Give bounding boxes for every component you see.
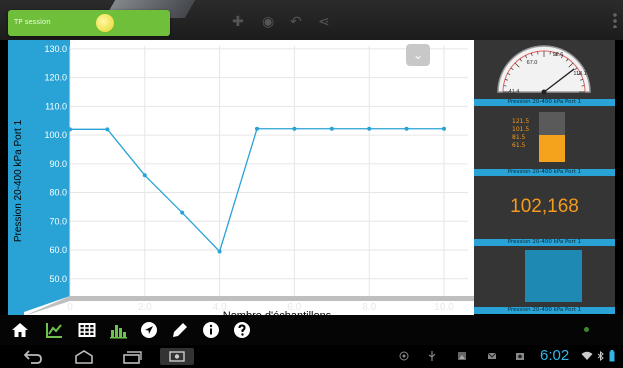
usb-icon xyxy=(428,351,436,361)
pen-icon[interactable] xyxy=(170,320,190,340)
gauge-hub xyxy=(541,89,547,95)
session-status-icon xyxy=(96,14,114,32)
gauge-panel[interactable]: 92.6 67.0 118.1 41.4 Pression 20-400 kPa Po… xyxy=(474,40,615,106)
y-tick-label: 90.0 xyxy=(49,159,67,169)
box-label: Pression 20-400 kPa Port 1 xyxy=(474,307,615,314)
y-tick-label: 70.0 xyxy=(49,216,67,226)
data-point xyxy=(142,173,147,178)
numeric-label: Pression 20-400 kPa Port 1 xyxy=(474,239,615,246)
faint-camera-icon[interactable]: ◉ xyxy=(262,14,274,30)
data-point xyxy=(255,126,259,131)
recent-apps-icon[interactable] xyxy=(120,348,144,365)
data-point xyxy=(329,126,334,131)
screenshot-icon[interactable] xyxy=(160,348,194,365)
line-chart: 130.0 120.0 110.0 100.0 90.0 80.0 70.0 60.0 50.0… xyxy=(8,40,474,315)
chevron-down-icon: ⌄ xyxy=(412,48,424,62)
chart-panel[interactable]: 130.0 120.0 110.0 100.0 90.0 80.0 70.0 60.0 50.0… xyxy=(8,40,474,315)
data-point xyxy=(217,249,222,254)
gauge-tick-label: 118.1 xyxy=(573,71,586,77)
bar-label: Pression 20-400 kPa Port 1 xyxy=(474,169,615,176)
navigation-icon[interactable] xyxy=(139,320,159,340)
y-tick-label: 120.0 xyxy=(44,73,67,83)
x-tick-label: 0 xyxy=(67,302,73,313)
y-tick-label: 110.0 xyxy=(45,101,67,111)
system-navigation-bar: 6:02 xyxy=(0,345,623,368)
bluetooth-icon xyxy=(597,351,604,361)
photo-icon xyxy=(516,353,524,360)
bar-level-label: 121.5 xyxy=(512,118,530,125)
gauge-widget: 92.6 67.0 118.1 41.4 xyxy=(497,45,591,95)
collapse-button[interactable]: ⌄ xyxy=(406,44,430,66)
bar-level-label: 81.5 xyxy=(512,134,526,141)
y-tick-label: 100.0 xyxy=(44,130,67,140)
data-point xyxy=(180,210,185,215)
y-tick-label: 60.0 xyxy=(49,245,67,255)
data-point xyxy=(292,126,297,131)
gauge-tick-label: 92.6 xyxy=(553,52,564,58)
numeric-value: 102,168 xyxy=(510,196,579,217)
gauge-tick-label: 41.4 xyxy=(509,89,520,95)
bar-fill xyxy=(539,134,565,162)
y-tick-label: 50.0 xyxy=(49,274,67,284)
y-tick-label: 130.0 xyxy=(44,44,67,54)
x-tick-label: 8.0 xyxy=(362,302,376,313)
tablet-screen: ✚ ◉ ↶ ⋖ TP session 130.0 120.0 110.0 100.0 9… xyxy=(0,0,623,368)
value-box xyxy=(525,250,582,302)
table-icon[interactable] xyxy=(77,320,97,340)
y-tick-label: 80.0 xyxy=(49,188,67,198)
nav-home-icon[interactable] xyxy=(72,348,96,365)
image-icon xyxy=(458,352,466,360)
clock: 6:02 xyxy=(540,347,570,364)
data-point xyxy=(367,126,372,131)
back-icon[interactable] xyxy=(22,348,44,365)
numeric-panel[interactable]: 102,168 Pression 20-400 kPa Port 1 xyxy=(474,176,615,246)
data-point xyxy=(404,126,409,131)
info-icon[interactable] xyxy=(201,320,221,340)
faint-plus-icon[interactable]: ✚ xyxy=(232,14,244,30)
session-toast[interactable]: TP session xyxy=(8,10,170,36)
gauge-tick-label: 67.0 xyxy=(527,60,538,66)
target-icon xyxy=(399,351,409,361)
series-line xyxy=(70,128,444,253)
x-tick-label: 10.0 xyxy=(434,302,454,313)
y-axis-title: Pression 20-400 kPa Port 1 xyxy=(13,119,24,242)
overflow-menu-icon[interactable] xyxy=(613,12,617,28)
bar-level-label: 61.5 xyxy=(512,142,526,149)
bottom-toolbar xyxy=(0,315,623,345)
home-icon[interactable] xyxy=(10,320,30,340)
battery-icon xyxy=(609,350,615,362)
help-icon[interactable] xyxy=(232,320,252,340)
box-panel[interactable]: Pression 20-400 kPa Port 1 xyxy=(474,246,615,314)
bar-level-label: 101.5 xyxy=(512,126,530,133)
data-point xyxy=(442,126,446,131)
data-point xyxy=(68,127,72,132)
faint-share-icon[interactable]: ⋖ xyxy=(318,14,330,30)
mail-icon xyxy=(487,352,497,359)
session-label: TP session xyxy=(14,18,51,26)
data-point xyxy=(105,127,110,132)
bar-track xyxy=(539,112,565,162)
wifi-icon xyxy=(581,351,593,360)
gauge-label: Pression 20-400 kPa Port 1 xyxy=(474,99,615,106)
x-tick-label: 2.0 xyxy=(138,302,152,313)
bar-panel[interactable]: 121.5 101.5 81.5 61.5 Pression 20-400 kPa P… xyxy=(474,106,615,176)
connection-indicator xyxy=(584,327,589,332)
line-chart-icon[interactable] xyxy=(44,320,64,340)
faint-undo-icon[interactable]: ↶ xyxy=(290,14,302,30)
bar-chart-icon[interactable] xyxy=(108,320,128,340)
